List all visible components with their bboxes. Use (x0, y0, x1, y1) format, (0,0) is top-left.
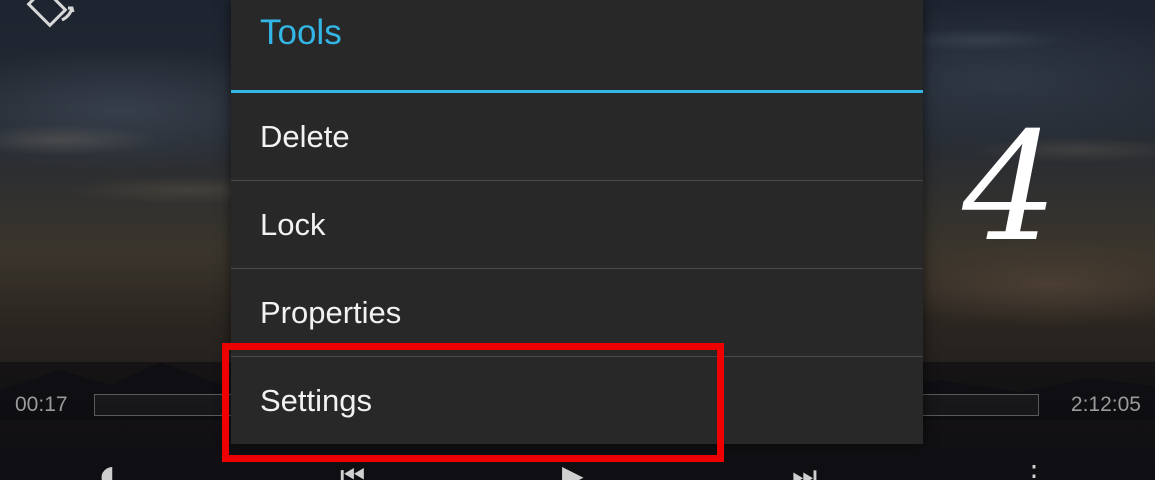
menu-more-icon[interactable]: ⋮ (1020, 462, 1048, 480)
previous-icon[interactable]: ⏮ (340, 462, 365, 480)
volume-icon[interactable]: ◖ (100, 462, 115, 480)
video-player-screen: 4 00:17 2:12:05 ◖ ⏮ ▶ ⏭ ⋮ Tools Delete L… (0, 0, 1155, 480)
overlay-number: 4 (962, 101, 1058, 275)
tools-menu-dialog: Tools Delete Lock Properties Settings (231, 0, 923, 444)
menu-item-delete[interactable]: Delete (231, 93, 923, 181)
menu-item-label: Settings (260, 383, 373, 418)
menu-header: Tools (231, 0, 923, 93)
next-icon[interactable]: ⏭ (792, 462, 817, 480)
elapsed-time: 00:17 (15, 393, 68, 416)
rotate-screen-icon[interactable] (22, 0, 82, 36)
menu-title: Tools (260, 13, 342, 52)
menu-item-label: Delete (260, 119, 350, 154)
menu-item-settings[interactable]: Settings (231, 357, 923, 445)
play-icon[interactable]: ▶ (562, 462, 584, 480)
menu-item-properties[interactable]: Properties (231, 269, 923, 357)
menu-item-label: Lock (260, 207, 326, 242)
menu-item-label: Properties (260, 295, 402, 330)
menu-item-lock[interactable]: Lock (231, 181, 923, 269)
total-duration: 2:12:05 (1070, 393, 1141, 416)
